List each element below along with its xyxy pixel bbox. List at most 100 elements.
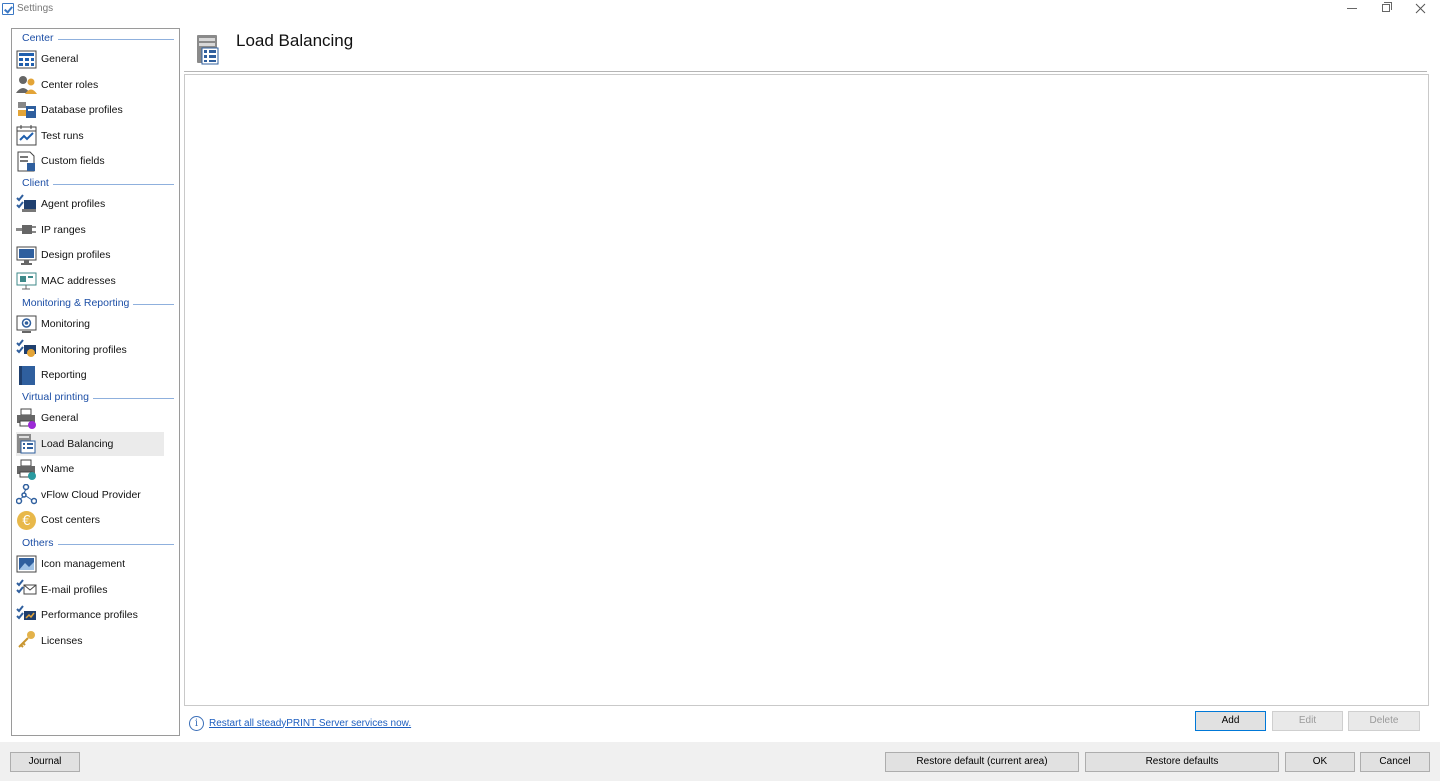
sidebar-item-virtual-printing-general[interactable]: General [16, 406, 164, 430]
monitor-design-icon [16, 245, 37, 266]
sidebar-item-center-center-roles[interactable]: Center roles [16, 73, 164, 97]
grid-table-icon [16, 49, 37, 70]
sidebar-item-label: Design profiles [41, 249, 111, 261]
page-title: Load Balancing [236, 31, 354, 50]
email-check-icon [16, 579, 37, 600]
sidebar-item-label: Performance profiles [41, 609, 138, 621]
section-divider [53, 184, 174, 185]
sidebar-item-label: vFlow Cloud Provider [41, 488, 141, 501]
key-icon [16, 630, 37, 651]
sidebar-item-client-agent-profiles[interactable]: Agent profiles [16, 192, 164, 216]
minimize-button[interactable] [1336, 0, 1370, 18]
sidebar-item-label: Load Balancing [41, 437, 114, 450]
section-heading-others: Others [22, 537, 174, 549]
delete-button[interactable]: Delete [1348, 711, 1420, 731]
restore-button[interactable] [1369, 0, 1403, 18]
book-icon [16, 365, 37, 386]
app-check-icon [2, 3, 14, 15]
sidebar-item-monitoring-reporting-monitoring-profiles[interactable]: Monitoring profiles [16, 338, 164, 362]
sidebar-item-label: Center roles [41, 78, 99, 91]
server-balance-icon [16, 433, 37, 454]
section-divider [58, 544, 174, 545]
section-divider [93, 398, 174, 399]
section-divider [133, 304, 174, 305]
sidebar-item-label: vName [41, 463, 75, 475]
monitor-eye-icon [16, 314, 37, 335]
sidebar-item-label: IP ranges [41, 223, 86, 236]
section-divider [58, 39, 174, 40]
sidebar-item-client-design-profiles[interactable]: Design profiles [16, 243, 164, 267]
sidebar-item-virtual-printing-load-balancing[interactable]: Load Balancing [16, 431, 164, 456]
network-card-icon [16, 270, 37, 291]
restore-defaults-button[interactable]: Restore defaults [1085, 752, 1279, 772]
ok-button[interactable]: OK [1285, 752, 1355, 772]
sidebar-item-label: Monitoring [41, 318, 91, 330]
sidebar-item-label: Agent profiles [41, 198, 106, 210]
info-row: i Restart all steadyPRINT Server service… [189, 714, 411, 732]
sidebar-item-others-icon-management[interactable]: Icon management [16, 552, 164, 576]
add-button[interactable]: Add [1195, 711, 1266, 731]
close-button[interactable] [1404, 0, 1438, 18]
sidebar-item-label: General [41, 412, 79, 424]
server-balance-icon [197, 35, 219, 65]
network-nodes-icon [15, 483, 38, 505]
sidebar-item-label: Monitoring profiles [41, 343, 127, 356]
sidebar-item-client-mac-addresses[interactable]: MAC addresses [16, 269, 164, 293]
sidebar-item-others-licenses[interactable]: Licenses [16, 629, 164, 653]
sidebar-item-monitoring-reporting-monitoring[interactable]: Monitoring [16, 312, 164, 336]
cancel-button[interactable]: Cancel [1360, 752, 1430, 772]
sidebar-item-label: MAC addresses [41, 274, 116, 287]
sidebar-item-client-ip-ranges[interactable]: IP ranges [16, 218, 164, 242]
document-fields-icon [16, 151, 37, 172]
printer-teal-icon [16, 459, 37, 480]
section-heading-label: Center [22, 32, 54, 44]
database-icon [16, 100, 37, 121]
image-manage-icon [16, 554, 37, 575]
section-heading-monitoring-reporting: Monitoring & Reporting [22, 297, 174, 309]
sidebar-item-label: Icon management [41, 558, 126, 570]
sidebar-item-virtual-printing-vflow-cloud-provider[interactable]: vFlow Cloud Provider [15, 483, 164, 507]
sidebar-item-center-general[interactable]: General [16, 47, 164, 71]
printer-purple-icon [16, 408, 37, 429]
sidebar-item-label: Cost centers [41, 514, 100, 526]
window-title: Settings [17, 3, 54, 14]
title-bar: Settings [0, 0, 1440, 18]
section-heading-center: Center [22, 32, 174, 44]
sidebar-item-label: General [41, 53, 79, 65]
section-heading-label: Others [22, 537, 54, 549]
sidebar-item-others-performance-profiles[interactable]: Performance profiles [16, 603, 164, 627]
svg-text:€: € [22, 514, 30, 529]
sidebar-item-label: Licenses [41, 634, 83, 647]
settings-navigation: Center General Center roles Database profil… [11, 28, 180, 736]
sidebar-item-center-test-runs[interactable]: Test runs [16, 124, 164, 148]
info-icon: i [189, 715, 204, 731]
journal-button[interactable]: Journal [10, 752, 80, 772]
sidebar-item-virtual-printing-cost-centers[interactable]: € Cost centers [16, 508, 164, 532]
edit-button[interactable]: Edit [1272, 711, 1343, 731]
sidebar-item-label: Custom fields [41, 155, 105, 167]
performance-check-icon [16, 604, 37, 626]
sidebar-item-label: Reporting [41, 369, 87, 381]
sidebar-item-label: Test runs [41, 129, 84, 142]
sidebar-item-label: Database profiles [41, 104, 123, 116]
section-heading-label: Monitoring & Reporting [22, 297, 130, 309]
chart-calendar-icon [16, 125, 37, 146]
monitor-check-icon [16, 339, 37, 360]
content-header: Load Balancing [184, 28, 1427, 72]
restart-services-link[interactable]: Restart all steadyPRINT Server services … [209, 718, 411, 729]
sidebar-item-center-custom-fields[interactable]: Custom fields [16, 149, 164, 173]
load-balancing-list[interactable] [184, 74, 1429, 706]
section-heading-virtual-printing: Virtual printing [22, 391, 174, 403]
euro-coin-icon: € [16, 510, 37, 531]
users-icon [16, 74, 37, 95]
agent-check-icon [16, 193, 37, 215]
section-heading-client: Client [22, 177, 174, 189]
sidebar-item-virtual-printing-vname[interactable]: vName [16, 457, 164, 481]
close-icon [1415, 3, 1426, 14]
sidebar-item-others-e-mail-profiles[interactable]: E-mail profiles [16, 578, 164, 602]
section-heading-label: Client [22, 177, 49, 189]
sidebar-item-monitoring-reporting-reporting[interactable]: Reporting [16, 363, 164, 387]
restore-current-area-button[interactable]: Restore default (current area) [885, 752, 1079, 772]
sidebar-item-center-database-profiles[interactable]: Database profiles [16, 98, 164, 122]
section-heading-label: Virtual printing [22, 391, 89, 403]
